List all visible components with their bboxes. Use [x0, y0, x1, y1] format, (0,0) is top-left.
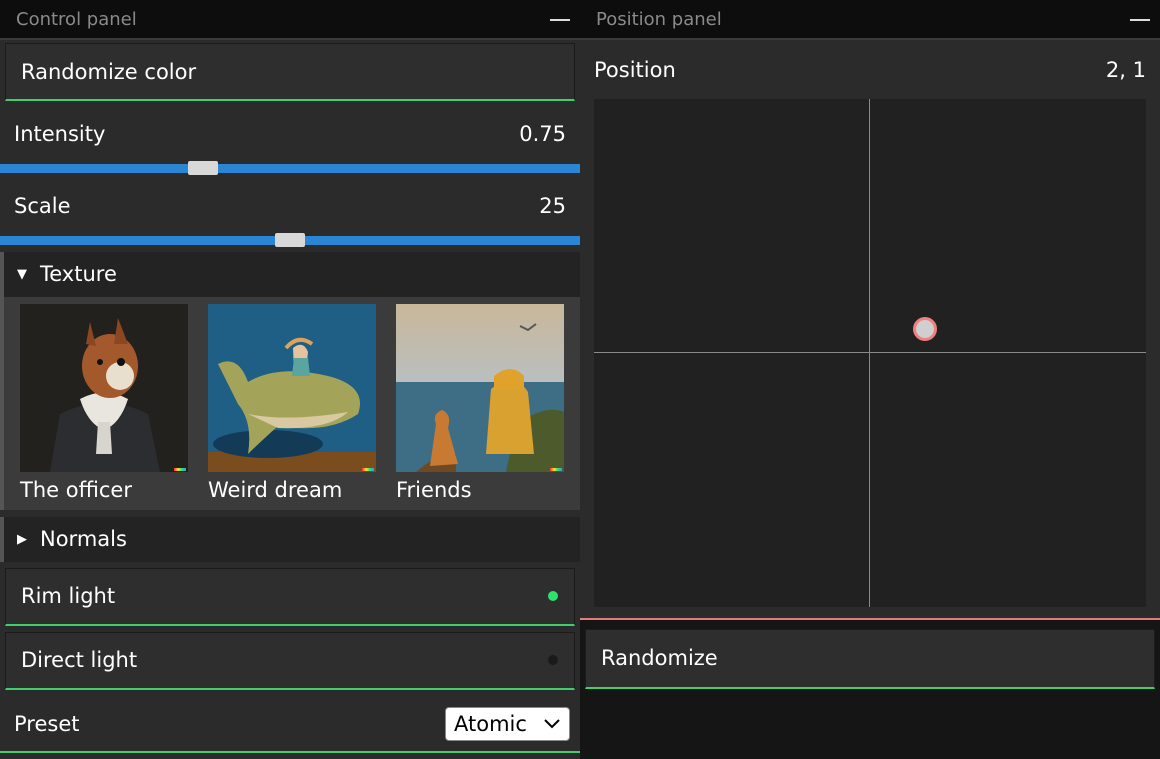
normals-section-header[interactable]: ▶ Normals	[0, 517, 580, 562]
preset-row: Preset Atomic	[0, 698, 580, 753]
caret-down-icon: ▼	[17, 267, 27, 282]
intensity-slider-row: Intensity 0.75	[0, 112, 580, 184]
scale-value: 25	[539, 194, 566, 218]
randomize-position-label: Randomize	[601, 646, 718, 670]
scale-slider[interactable]	[0, 233, 580, 247]
position-label: Position	[594, 58, 676, 82]
intensity-value: 0.75	[519, 122, 566, 146]
position-pad[interactable]	[594, 99, 1146, 607]
pad-vertical-axis	[869, 99, 870, 607]
minimize-icon[interactable]	[1130, 19, 1150, 21]
status-indicator-icon	[548, 591, 558, 601]
rim-light-label: Rim light	[21, 584, 116, 608]
preset-select[interactable]: Atomic	[445, 707, 570, 741]
intensity-slider-thumb[interactable]	[188, 161, 218, 175]
position-value: 2, 1	[1105, 58, 1146, 82]
position-panel-title: Position panel	[596, 9, 722, 30]
friends-thumbnail	[396, 304, 564, 472]
chevron-down-icon	[543, 708, 561, 751]
position-body: Position 2, 1	[580, 40, 1160, 620]
ai-badge-icon	[174, 468, 186, 471]
preset-label: Preset	[14, 712, 80, 736]
pad-horizontal-axis	[594, 352, 1146, 353]
control-panel-titlebar[interactable]: Control panel	[0, 0, 580, 40]
position-panel-titlebar[interactable]: Position panel	[580, 0, 1160, 40]
texture-section-label: Texture	[40, 262, 117, 286]
direct-light-toggle[interactable]: Direct light	[5, 632, 575, 690]
position-handle[interactable]	[913, 317, 937, 341]
minimize-icon[interactable]	[550, 19, 570, 21]
status-indicator-icon	[548, 655, 558, 665]
officer-thumbnail	[20, 304, 188, 472]
texture-caption: Friends	[396, 478, 472, 502]
randomize-color-label: Randomize color	[21, 60, 197, 84]
scale-slider-thumb[interactable]	[275, 233, 305, 247]
intensity-label: Intensity	[14, 122, 106, 146]
intensity-slider[interactable]	[0, 161, 580, 175]
control-panel-title: Control panel	[16, 9, 137, 30]
ai-badge-icon	[550, 468, 562, 471]
texture-option-officer[interactable]: The officer	[20, 304, 188, 502]
normals-section-label: Normals	[40, 527, 127, 551]
rim-light-toggle[interactable]: Rim light	[5, 568, 575, 626]
direct-light-label: Direct light	[21, 648, 138, 672]
control-panel: Control panel Randomize color Intensity …	[0, 0, 580, 759]
texture-section-header[interactable]: ▼ Texture	[0, 252, 580, 297]
randomize-position-button[interactable]: Randomize	[585, 629, 1155, 689]
caret-right-icon: ▶	[17, 532, 27, 547]
weird-dream-thumbnail	[208, 304, 376, 472]
scale-slider-row: Scale 25	[0, 184, 580, 256]
texture-caption: The officer	[20, 478, 132, 502]
ai-badge-icon	[362, 468, 374, 471]
texture-caption: Weird dream	[208, 478, 343, 502]
texture-option-weird-dream[interactable]: Weird dream	[208, 304, 376, 502]
texture-option-friends[interactable]: Friends	[396, 304, 564, 502]
scale-label: Scale	[14, 194, 71, 218]
randomize-color-button[interactable]: Randomize color	[5, 43, 575, 101]
texture-gallery: The officer Weird dream Friends	[0, 297, 580, 510]
preset-selected-value: Atomic	[454, 712, 527, 736]
position-panel: Position panel Position 2, 1 Randomize	[580, 0, 1160, 693]
